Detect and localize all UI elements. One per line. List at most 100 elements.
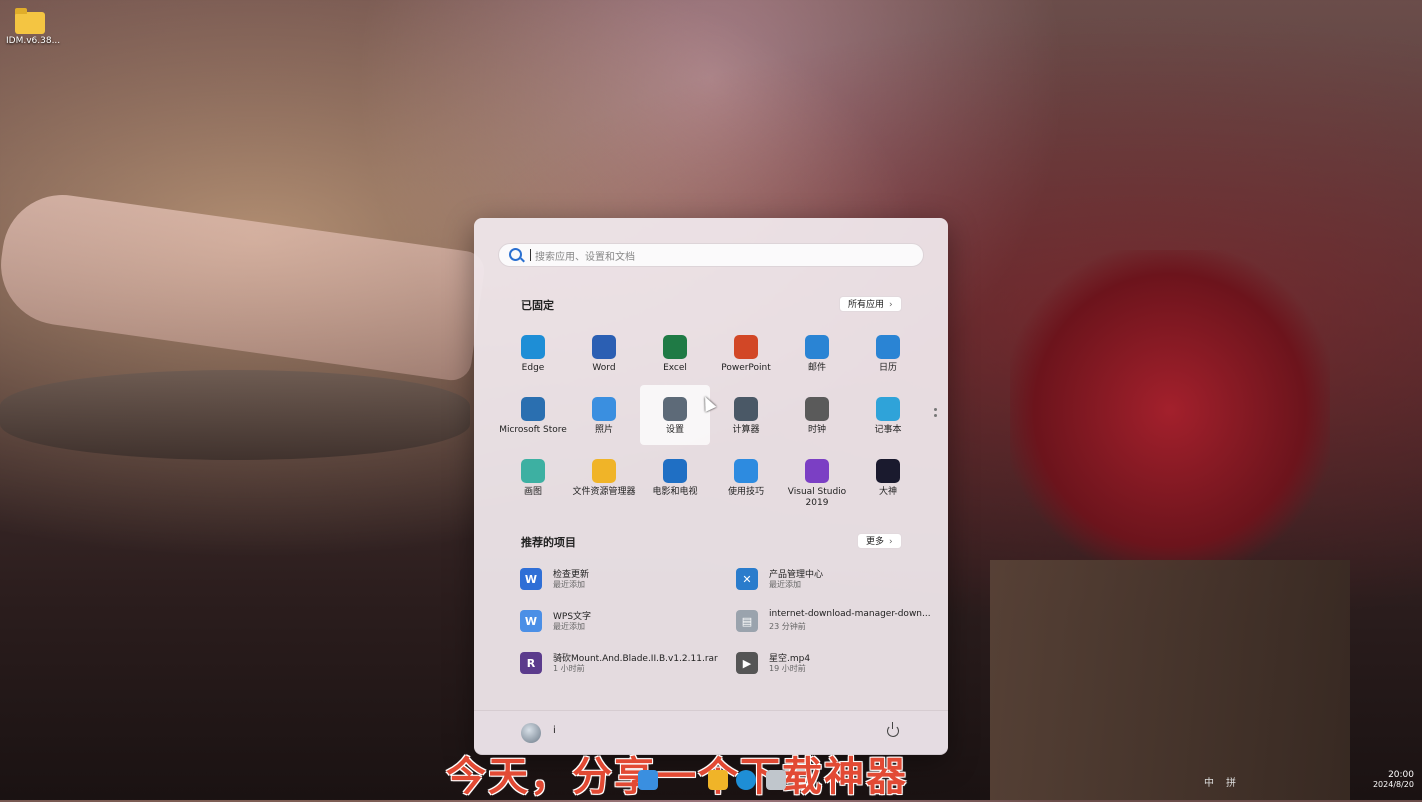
pinned-app[interactable]: 大神 [853, 447, 923, 507]
pinned-app[interactable]: 设置 [640, 385, 710, 445]
calculator-icon [734, 397, 758, 421]
wallpaper-legs [0, 187, 487, 383]
all-apps-label: 所有应用 [848, 300, 885, 310]
recommended-item-detail: 最近添加 [553, 622, 585, 631]
pinned-app-label: 记事本 [874, 425, 902, 435]
more-label: 更多 [866, 537, 885, 547]
pinned-app[interactable]: Microsoft Store [498, 385, 568, 445]
pinned-app-label: 设置 [665, 425, 684, 435]
tips-icon [734, 459, 758, 483]
gear-icon [663, 397, 687, 421]
clock-date: 2024/8/20 [1372, 780, 1414, 789]
notepad-icon [876, 397, 900, 421]
powerpoint-icon [734, 335, 758, 359]
excel-icon [663, 335, 687, 359]
pinned-app[interactable]: 记事本 [853, 385, 923, 445]
clock-time: 20:00 [1388, 770, 1414, 780]
ime-layout[interactable]: 拼 [1226, 778, 1248, 789]
pinned-app[interactable]: 时钟 [782, 385, 852, 445]
pinned-app-label: 计算器 [732, 425, 760, 435]
pinned-app-label: 使用技巧 [727, 487, 764, 497]
folder-icon [15, 8, 45, 34]
mail-icon [805, 335, 829, 359]
start-menu: 搜索应用、设置和文档 已固定 所有应用 › Edge Word Excel PowerP… [474, 218, 948, 755]
pinned-app[interactable]: Visual Studio 2019 [782, 447, 852, 508]
folder-icon [592, 459, 616, 483]
video-file-icon: ▶ [736, 652, 758, 674]
word-icon [592, 335, 616, 359]
file-icon: ▤ [736, 610, 758, 632]
movies-icon [663, 459, 687, 483]
recommended-item-detail: 1 小时前 [553, 664, 585, 673]
taskbar-app-icon[interactable] [766, 770, 786, 790]
wallpaper-chair [990, 560, 1350, 800]
pinned-app-label: 照片 [594, 425, 613, 435]
pinned-app-label: PowerPoint [721, 363, 771, 373]
dashen-icon [876, 459, 900, 483]
recommended-item[interactable]: ✕ 产品管理中心 最近添加 [736, 564, 946, 598]
pinned-app[interactable]: 日历 [853, 323, 923, 383]
pinned-app-label: Visual Studio 2019 [787, 487, 847, 508]
chevron-right-icon: › [889, 300, 893, 310]
pinned-app[interactable]: 使用技巧 [711, 447, 781, 507]
desktop-icon-label: IDM.v6.38... [6, 36, 61, 46]
recommended-item-detail: 最近添加 [769, 580, 801, 589]
wps-update-icon: W [520, 568, 542, 590]
recommended-item[interactable]: W 检查更新 最近添加 [520, 564, 730, 598]
avatar[interactable] [521, 723, 541, 743]
recommended-item[interactable]: W WPS文字 最近添加 [520, 606, 730, 640]
power-icon[interactable] [887, 722, 899, 737]
clock-icon [805, 397, 829, 421]
pinned-app-label: 画图 [523, 487, 542, 497]
pinned-app[interactable]: PowerPoint [711, 323, 781, 383]
taskbar-edge-icon[interactable] [736, 770, 756, 790]
clock[interactable]: 20:00 2024/8/20 [1373, 770, 1414, 789]
text-caret [530, 249, 531, 261]
pinned-app[interactable]: Excel [640, 323, 710, 383]
recommended-item[interactable]: R 骑砍Mount.And.Blade.II.B.v1.2.11.rar 1 小时前 [520, 648, 730, 682]
photos-icon [592, 397, 616, 421]
wallpaper-figure [1010, 250, 1330, 570]
video-subtitle: 今天，分享一个下载神器 [446, 754, 908, 800]
pinned-app-label: Microsoft Store [499, 425, 567, 435]
pinned-app-label: 大神 [878, 487, 897, 497]
pinned-app[interactable]: Word [569, 323, 639, 383]
visual-studio-icon [805, 459, 829, 483]
wallpaper-table [0, 370, 470, 460]
page-dots[interactable] [934, 408, 937, 420]
more-button[interactable]: 更多 › [857, 533, 902, 549]
pinned-app[interactable]: 计算器 [711, 385, 781, 445]
pinned-app[interactable]: 照片 [569, 385, 639, 445]
recommended-item-detail: 最近添加 [553, 580, 585, 589]
search-icon [509, 248, 522, 261]
pinned-title: 已固定 [521, 299, 554, 312]
paint-icon [521, 459, 545, 483]
pinned-app[interactable]: Edge [498, 323, 568, 383]
pinned-app-label: 时钟 [807, 425, 826, 435]
start-icon[interactable] [638, 770, 658, 790]
all-apps-button[interactable]: 所有应用 › [839, 296, 902, 312]
pinned-app-label: Edge [521, 363, 545, 373]
pinned-app[interactable]: 画图 [498, 447, 568, 507]
pinned-app-label: Word [592, 363, 616, 373]
pinned-app-label: Excel [663, 363, 687, 373]
ime-mode[interactable]: 中 [1204, 778, 1226, 789]
pinned-app-label: 邮件 [807, 363, 826, 373]
pinned-app[interactable]: 邮件 [782, 323, 852, 383]
recommended-item[interactable]: ▶ 星空.mp4 19 小时前 [736, 648, 946, 682]
pinned-app-label: 电影和电视 [652, 487, 698, 497]
recommended-item-name: internet-download-manager-down... [769, 609, 931, 619]
recommended-item[interactable]: ▤ internet-download-manager-down... 23 分钟前 [736, 606, 946, 640]
recommended-item-detail: 23 分钟前 [769, 622, 806, 631]
pinned-app[interactable]: 文件资源管理器 [569, 447, 639, 507]
pinned-app[interactable]: 电影和电视 [640, 447, 710, 507]
search-input[interactable]: 搜索应用、设置和文档 [498, 243, 924, 267]
recommended-title: 推荐的项目 [521, 536, 576, 549]
calendar-icon [876, 335, 900, 359]
search-placeholder: 搜索应用、设置和文档 [535, 252, 635, 263]
desktop-icon-idm[interactable]: IDM.v6.38... [6, 8, 61, 46]
tools-icon: ✕ [736, 568, 758, 590]
chevron-right-icon: › [889, 537, 893, 547]
username[interactable]: i [553, 725, 556, 736]
taskbar-folder-icon[interactable] [708, 770, 728, 790]
